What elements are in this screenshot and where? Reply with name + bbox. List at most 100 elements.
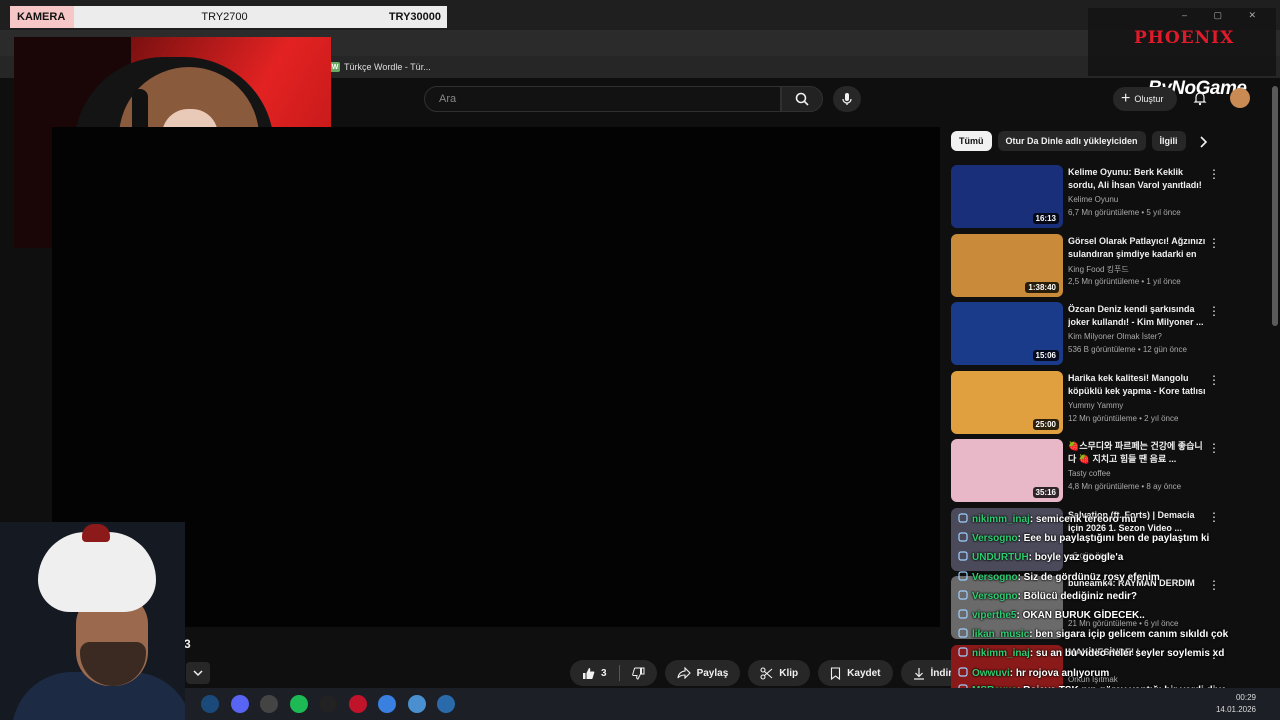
video-duration: 16:13: [1032, 213, 1059, 224]
chat-text: : Eee bu paylaştığını ben de paylaştım k…: [1017, 533, 1210, 545]
chat-username: UNDURTUH: [972, 552, 1029, 564]
chat-badge-icon: [958, 551, 968, 562]
more-vertical-icon[interactable]: ⋮: [1208, 236, 1220, 250]
like-count: 3: [601, 667, 607, 679]
video-meta: 536 B görüntüleme • 12 gün önce: [1068, 345, 1187, 354]
video-title[interactable]: Görsel Olarak Patlayıcı! Ağzınızı suland…: [1068, 235, 1206, 261]
account-avatar[interactable]: [1230, 88, 1250, 108]
more-vertical-icon[interactable]: ⋮: [1208, 304, 1220, 318]
chat-badge-icon: [958, 667, 968, 677]
share-button[interactable]: Paylaş: [664, 660, 741, 686]
second-streamer-webcam: [0, 522, 185, 720]
recommendation-item[interactable]: 35:16 🍓스무디와 파르페는 건강에 좋습니다 🍓 지치고 힘들 땐 음료 …: [951, 439, 1231, 508]
chat-username: nikimm_inaj: [972, 514, 1030, 525]
chat-text: : OKAN BURUK GİDECEK..: [1016, 610, 1145, 622]
chat-text: : hr rojova anlıyorum: [1009, 667, 1110, 679]
video-meta: 2,5 Mn görüntüleme • 1 yıl önce: [1068, 276, 1181, 286]
voice-search-button[interactable]: [833, 86, 861, 112]
search-button[interactable]: [781, 86, 823, 112]
video-title[interactable]: 🍓스무디와 파르페는 건강에 좋습니다 🍓 지치고 힘들 땐 음료 ...: [1068, 440, 1206, 466]
channel-name[interactable]: Kelime Oyunu: [1068, 195, 1118, 204]
chat-badge-icon: [958, 590, 968, 600]
chat-overlay: nikimm_inaj: semicenk tereoro mu Versogno…: [958, 510, 1278, 713]
microphone-icon: [842, 93, 852, 105]
bookmark-icon: [831, 666, 841, 680]
chat-message: nikimm_inaj: su an bu video neler seyler…: [958, 644, 1278, 663]
window-controls[interactable]: – ▢ ✕: [1182, 10, 1268, 21]
video-thumbnail[interactable]: 15:06: [951, 302, 1063, 365]
chat-text: : Siz de gördünüz rosy efenim: [1017, 571, 1160, 583]
chat-message: nikimm_inaj: semicenk tereoro mu: [958, 510, 1278, 529]
more-vertical-icon[interactable]: ⋮: [1208, 373, 1220, 387]
bookmark-label: Türkçe Wordle - Tür...: [344, 62, 431, 72]
save-button[interactable]: Kaydet: [818, 660, 893, 686]
channel-name[interactable]: King Food 킹푸드: [1068, 264, 1129, 275]
video-thumbnail[interactable]: 35:16: [951, 439, 1063, 502]
stream-score-bar: KAMERA TRY2700 TRY30000: [10, 6, 447, 28]
clip-button[interactable]: Klip: [748, 660, 811, 686]
chip-related[interactable]: İlgili: [1151, 131, 1186, 151]
obs-icon[interactable]: [260, 695, 278, 713]
more-vertical-icon[interactable]: ⋮: [1208, 167, 1220, 181]
recommendation-item[interactable]: 16:13 Kelime Oyunu: Berk Keklik sordu, A…: [951, 165, 1231, 234]
app-icon[interactable]: [437, 695, 455, 713]
video-thumbnail[interactable]: 16:13: [951, 165, 1063, 228]
chat-username: likan_music: [972, 629, 1030, 641]
chat-username: Versogno: [972, 590, 1018, 602]
recommendation-item[interactable]: 1:38:40 Görsel Olarak Patlayıcı! Ağzınız…: [951, 233, 1231, 303]
recommendation-item[interactable]: 15:06 Özcan Deniz kendi şarkısında joker…: [951, 302, 1231, 371]
chat-text: : Bölücü dediğiniz nedir?: [1017, 590, 1138, 602]
vivaldi-icon[interactable]: [348, 695, 367, 713]
video-title[interactable]: Kelime Oyunu: Berk Keklik sordu, Ali İhs…: [1068, 166, 1206, 192]
dislike-button[interactable]: [620, 660, 657, 686]
video-duration: 25:00: [1032, 418, 1059, 430]
plus-icon: +: [1121, 90, 1131, 107]
video-actions: 3 Paylaş Klip Kaydet İndir •••: [570, 660, 1001, 686]
chrome-2-icon[interactable]: [407, 695, 426, 713]
chat-badge-icon: [958, 532, 968, 542]
like-dislike-group: 3: [570, 660, 657, 686]
chat-username: Owwuvi: [972, 667, 1010, 679]
chevron-down-icon: [193, 670, 203, 677]
chrome-icon[interactable]: [378, 695, 396, 713]
bookmark-wordle[interactable]: W Türkçe Wordle - Tür...: [330, 60, 431, 74]
video-meta: 4,8 Mn görüntüleme • 8 ay önce: [1068, 482, 1182, 491]
create-button[interactable]: + Oluştur: [1113, 87, 1177, 111]
video-title[interactable]: Özcan Deniz kendi şarkısında joker kulla…: [1068, 303, 1206, 329]
spotify-icon[interactable]: [289, 695, 308, 713]
score-mid: TRY2700: [201, 11, 248, 23]
chip-uploader[interactable]: Otur Da Dinle adlı yükleyiciden: [997, 131, 1146, 151]
channel-name[interactable]: Kim Milyoner Olmak İster?: [1068, 332, 1162, 341]
discord-icon[interactable]: [230, 695, 249, 713]
chat-text: : ben sigara içip gelicem canım sıkıldı …: [1029, 629, 1229, 641]
score-right: TRY30000: [388, 11, 441, 23]
video-title[interactable]: Harika kek kalitesi! Mangolu köpüklü kek…: [1068, 372, 1206, 398]
recommendation-item[interactable]: 25:00 Harika kek kalitesi! Mangolu köpük…: [951, 370, 1231, 440]
chevron-right-icon[interactable]: [1195, 134, 1211, 150]
chat-username: Versogno: [972, 571, 1018, 583]
channel-name[interactable]: Tasty coffee: [1068, 469, 1111, 478]
notifications-bell-icon[interactable]: [1192, 90, 1208, 106]
video-meta: 6,7 Mn görüntüleme • 5 yıl önce: [1068, 208, 1181, 217]
like-button[interactable]: 3: [570, 660, 619, 686]
chat-message: Versogno: Eee bu paylaştığını ben de pay…: [958, 529, 1278, 548]
chip-all[interactable]: Tümü: [951, 131, 992, 151]
search-input[interactable]: Ara: [424, 86, 781, 112]
taskbar-clock[interactable]: 00:29 14.01.2026: [1216, 692, 1256, 716]
video-thumbnail[interactable]: 25:00: [951, 370, 1063, 434]
more-vertical-icon[interactable]: ⋮: [1208, 441, 1220, 455]
phoenix-logo: PHOENIX: [1134, 28, 1235, 48]
search-icon: [795, 92, 809, 106]
sidebar-scrollbar[interactable]: [1272, 86, 1278, 326]
video-thumbnail[interactable]: 1:38:40: [951, 233, 1063, 297]
chat-badge-icon: [958, 628, 968, 638]
video-player[interactable]: [52, 127, 940, 627]
steam-icon[interactable]: [201, 695, 219, 713]
expand-button[interactable]: [186, 662, 210, 684]
player-partial-text: 3: [184, 637, 191, 651]
chat-message: Versogno: Siz de gördünüz rosy efenim: [958, 568, 1278, 587]
channel-name[interactable]: Yummy Yammy: [1068, 401, 1123, 410]
clip-label: Klip: [779, 667, 799, 679]
tiktok-icon[interactable]: [319, 695, 337, 713]
thumbs-down-icon: [631, 667, 645, 680]
